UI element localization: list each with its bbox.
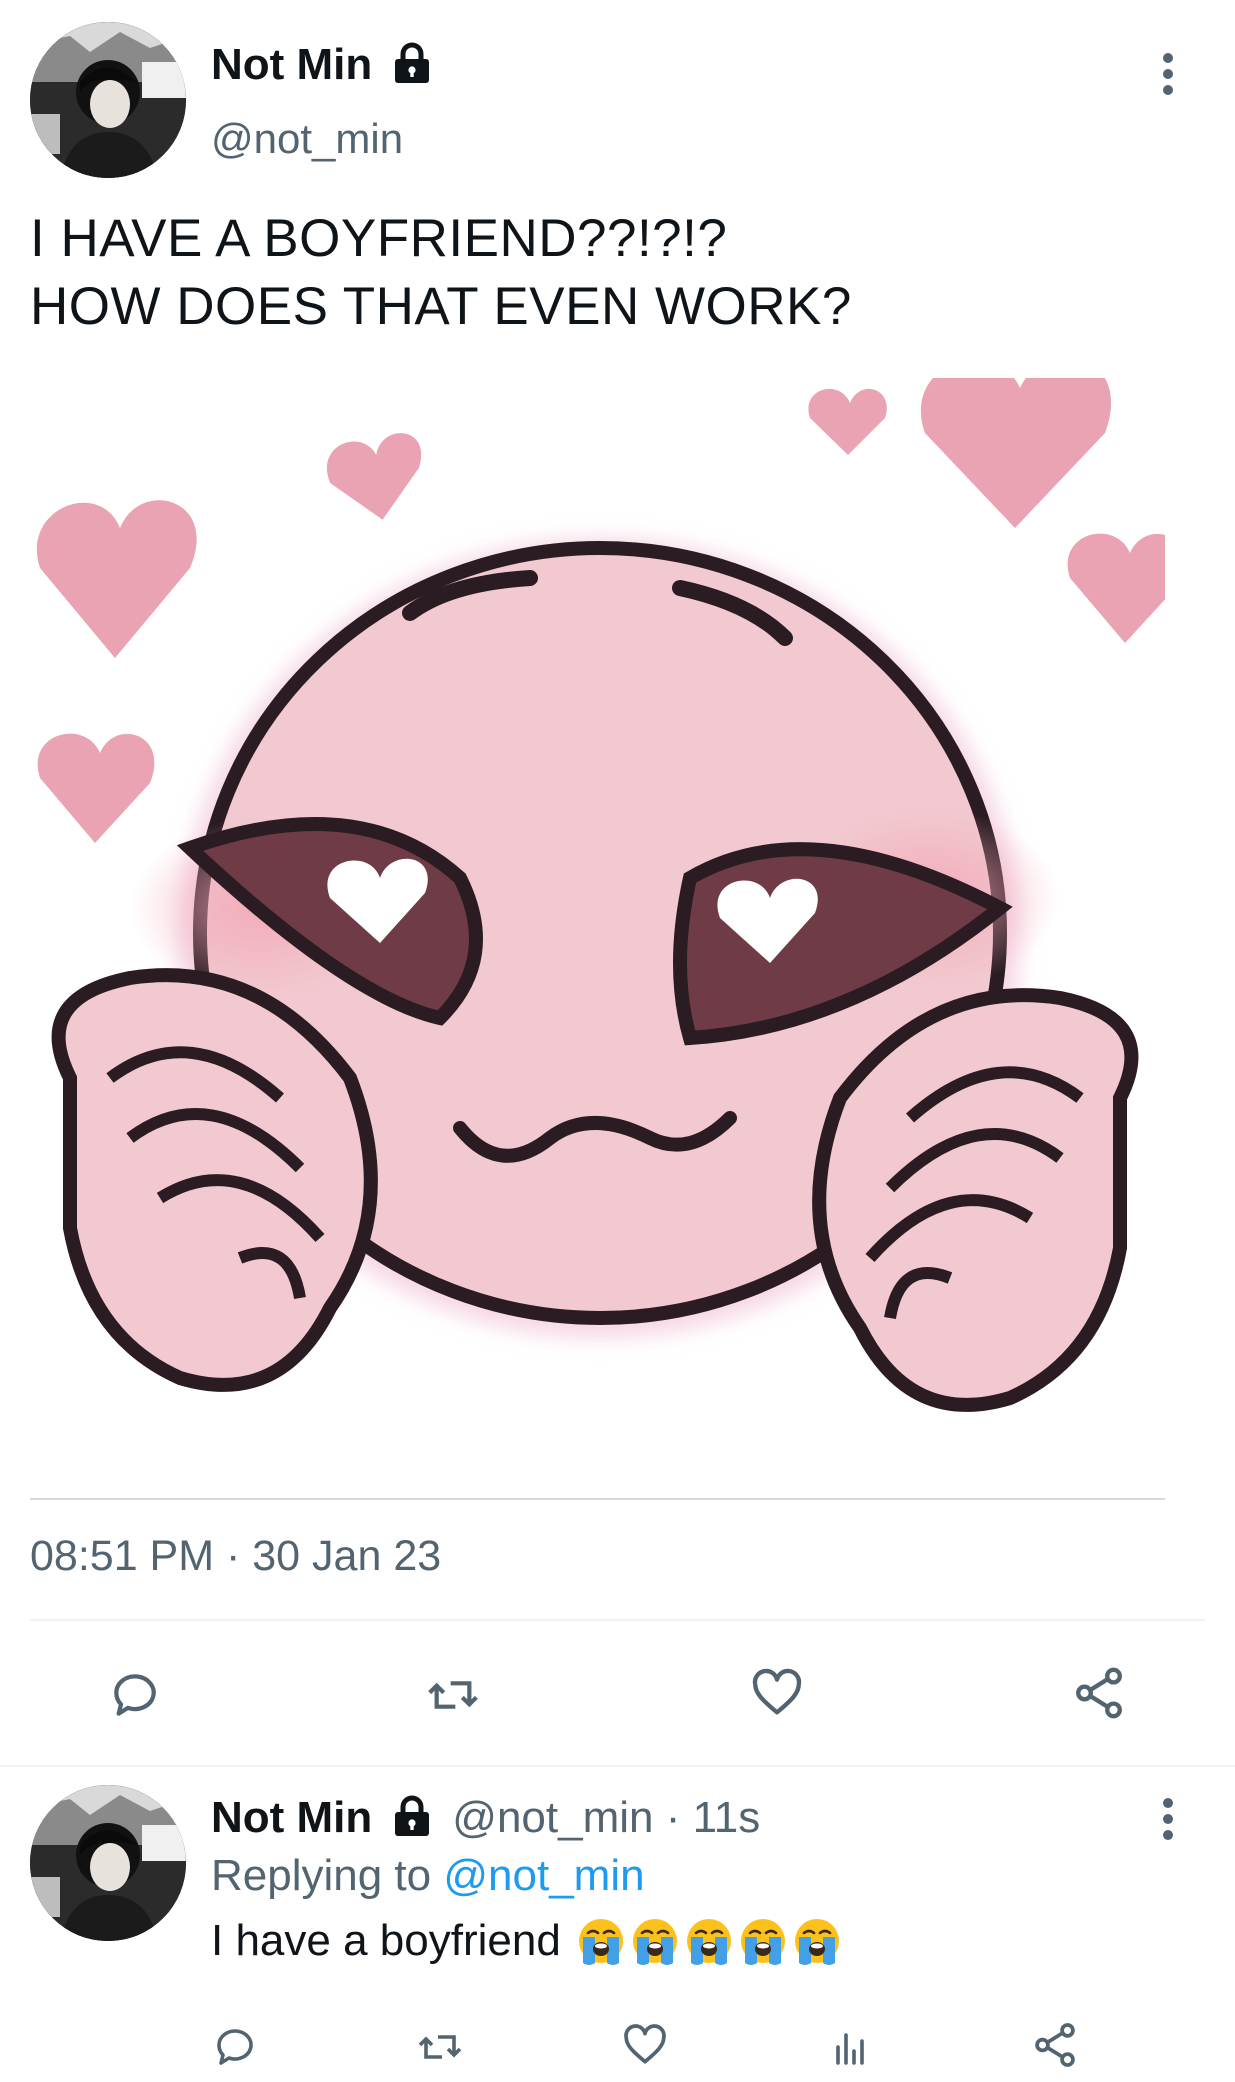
tweet-media-image[interactable] — [30, 378, 1165, 1500]
like-icon — [752, 1668, 802, 1715]
lock-icon — [392, 1794, 432, 1843]
share-button[interactable] — [1064, 1658, 1134, 1728]
author-name-row: Not Min — [211, 40, 432, 90]
share-icon — [1035, 2023, 1075, 2067]
blushing-emoji-sticker-icon — [30, 378, 1165, 1498]
loudly-crying-face-icon — [683, 1915, 735, 1967]
more-options-icon[interactable] — [1160, 1797, 1176, 1846]
reply-text-content: I have a boyfriend — [211, 1916, 561, 1965]
loudly-crying-face-icon — [737, 1915, 789, 1967]
loudly-crying-face-icon — [629, 1915, 681, 1967]
replying-to-mention[interactable]: @not_min — [443, 1851, 644, 1900]
tweet-text: I HAVE A BOYFRIEND??!?!? HOW DOES THAT E… — [30, 205, 852, 341]
author-display-name[interactable]: Not Min — [211, 40, 372, 90]
like-button[interactable] — [615, 2015, 675, 2075]
tweet-text-line-1: I HAVE A BOYFRIEND??!?!? — [30, 209, 728, 268]
reply-author-row: Not Min @not_min · 11s — [211, 1793, 760, 1843]
retweet-icon — [418, 2035, 462, 2059]
author-handle[interactable]: @not_min — [211, 115, 403, 163]
replying-to-line: Replying to @not_min — [211, 1851, 645, 1901]
lock-icon — [392, 41, 432, 90]
replying-to-label: Replying to — [211, 1851, 432, 1900]
reply-button[interactable] — [205, 2017, 265, 2077]
analytics-icon — [836, 2033, 864, 2065]
profile-photo-icon — [30, 22, 186, 178]
profile-photo-icon — [30, 1785, 186, 1941]
reply-tweet[interactable]: Not Min @not_min · 11s Replying to @not_… — [0, 1767, 1235, 2082]
loudly-crying-face-icon — [575, 1915, 627, 1967]
emoji-row — [575, 1915, 845, 1967]
author-display-name[interactable]: Not Min — [211, 1793, 372, 1843]
retweet-button[interactable] — [418, 1660, 488, 1730]
reply-icon — [114, 1674, 156, 1716]
more-options-icon[interactable] — [1160, 52, 1176, 101]
analytics-button[interactable] — [820, 2017, 880, 2077]
tweet-text-line-2: HOW DOES THAT EVEN WORK? — [30, 277, 852, 336]
share-icon — [1076, 1667, 1122, 1719]
loudly-crying-face-icon — [791, 1915, 843, 1967]
main-tweet[interactable]: Not Min @not_min I HAVE A BOYFRIEND??!?!… — [0, 0, 1235, 1767]
retweet-button[interactable] — [410, 2017, 470, 2077]
like-icon — [624, 2024, 666, 2064]
reply-text: I have a boyfriend — [211, 1915, 845, 1967]
avatar[interactable] — [30, 22, 186, 178]
divider — [30, 1619, 1205, 1621]
author-handle-and-time[interactable]: @not_min · 11s — [452, 1793, 760, 1843]
retweet-icon — [428, 1681, 478, 1709]
tweet-timestamp[interactable]: 08:51 PM · 30 Jan 23 — [30, 1532, 441, 1581]
avatar[interactable] — [30, 1785, 186, 1941]
reply-button[interactable] — [100, 1660, 170, 1730]
share-button[interactable] — [1025, 2015, 1085, 2075]
reply-icon — [217, 2029, 253, 2065]
like-button[interactable] — [742, 1658, 812, 1728]
